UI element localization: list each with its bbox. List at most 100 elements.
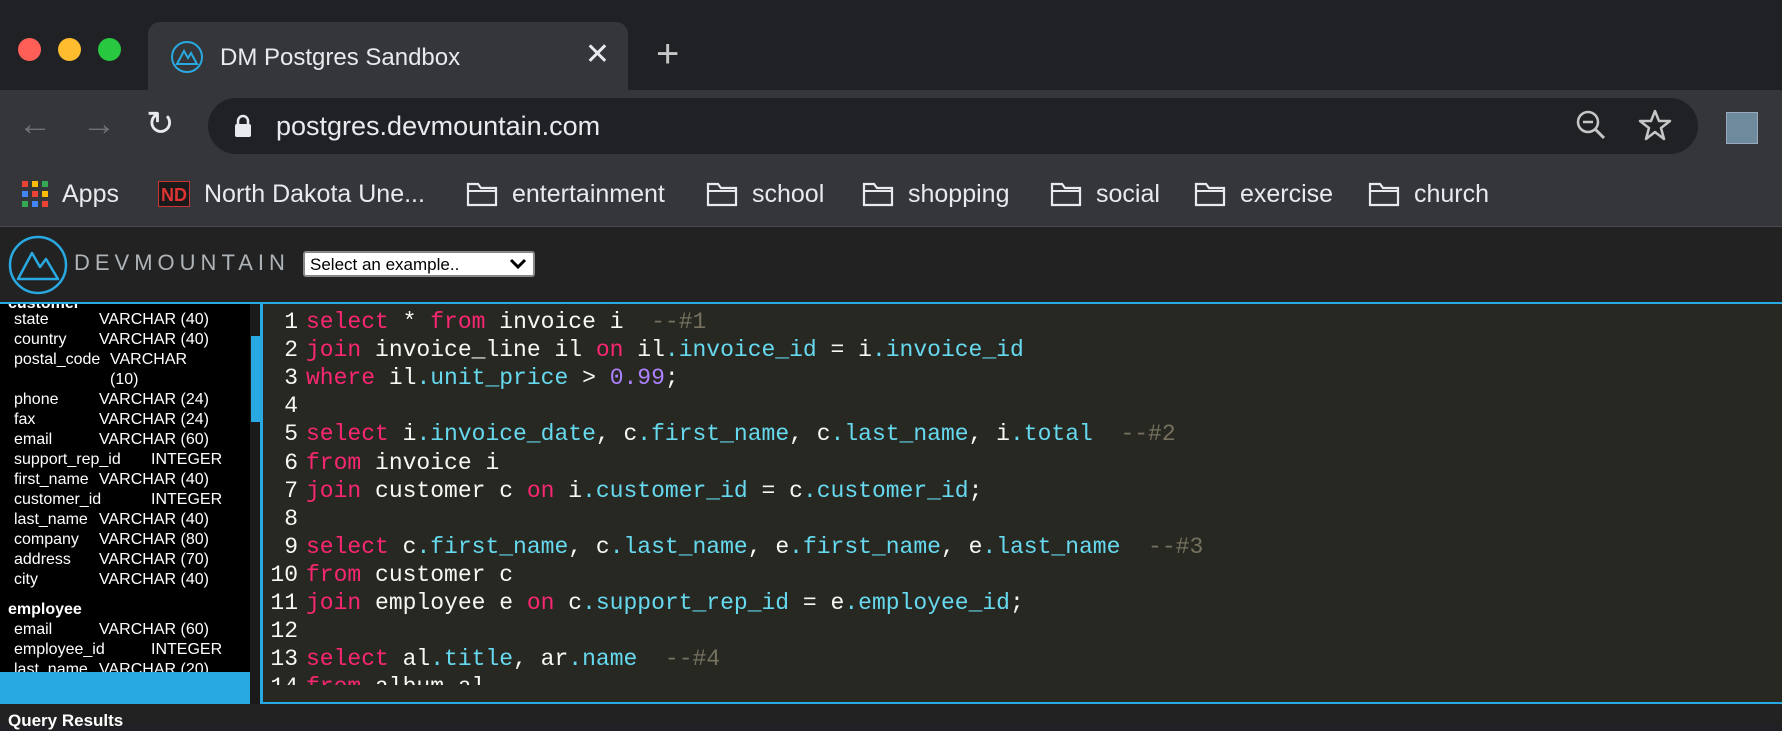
code-token: --#1: [651, 309, 707, 335]
code-token: select: [306, 421, 389, 448]
zoom-out-icon[interactable]: [1574, 108, 1608, 142]
line-number: 9: [284, 533, 298, 560]
bookmark-school[interactable]: school: [706, 176, 824, 212]
query-results-title: Query Results: [8, 711, 124, 730]
code-token: 0.99: [609, 365, 665, 392]
bookmark-exercise[interactable]: exercise: [1194, 176, 1333, 212]
code-line[interactable]: 14 from album al: [266, 673, 485, 685]
column-type: VARCHAR (60): [99, 621, 209, 638]
sql-code-area[interactable]: 1 select * from invoice i --#1 2 join invoi…: [266, 308, 1776, 685]
code-token: select: [306, 646, 389, 673]
code-token: .customer_id: [802, 477, 969, 504]
window-minimize-button[interactable]: [58, 38, 81, 61]
devmountain-logo-icon: [8, 235, 68, 295]
code-token: , e: [940, 533, 983, 560]
code-token: c: [554, 590, 583, 616]
nd-favicon-icon: ND: [158, 181, 190, 207]
code-token: on: [526, 590, 555, 616]
code-token: i: [388, 421, 417, 448]
code-token: select: [306, 309, 389, 335]
code-token: from: [306, 449, 362, 476]
code-line[interactable]: 3 where il.unit_price > 0.99;: [266, 364, 679, 392]
folder-icon: [1050, 182, 1082, 207]
code-token: .support_rep_id: [582, 590, 790, 616]
code-line[interactable]: 12: [266, 617, 306, 645]
profile-avatar[interactable]: [1726, 112, 1758, 144]
column-type: VARCHAR (40): [99, 471, 209, 488]
bookmark-label: social: [1096, 179, 1160, 208]
sidebar-scrollbar-thumb[interactable]: [251, 336, 260, 422]
address-bar[interactable]: postgres.devmountain.com: [208, 98, 1698, 154]
code-line[interactable]: 11 join employee e on c.support_rep_id = …: [266, 589, 1023, 617]
code-token: ;: [968, 477, 983, 504]
back-button[interactable]: ←: [18, 104, 52, 144]
code-token: al: [388, 646, 431, 673]
code-token: = e: [789, 590, 845, 616]
code-token: .last_name: [982, 533, 1121, 560]
code-token: .first_name: [637, 421, 790, 448]
forward-button[interactable]: →: [82, 104, 116, 144]
code-token: join: [306, 337, 362, 364]
column-name: employee_id: [14, 641, 105, 658]
schema-list[interactable]: customer state VARCHAR (40) country VARC…: [0, 304, 250, 672]
code-token: .last_name: [830, 421, 969, 448]
column-type: VARCHAR (24): [99, 411, 209, 428]
code-token: .first_name: [789, 533, 941, 560]
bookmark-shopping[interactable]: shopping: [862, 176, 1009, 212]
window-maximize-button[interactable]: [98, 38, 121, 61]
code-line[interactable]: 10 from customer c: [266, 561, 513, 589]
reload-button[interactable]: ↻: [146, 104, 175, 144]
column-type: VARCHAR: [110, 351, 188, 368]
example-select[interactable]: Select an example..: [303, 251, 535, 277]
code-token: join: [306, 590, 362, 616]
line-number: 6: [284, 449, 298, 476]
code-token: , ar: [513, 646, 569, 673]
code-line[interactable]: 5 select i.invoice_date, c.first_name, c.…: [266, 420, 1176, 448]
column-name: postal_code: [14, 351, 101, 368]
column-type: INTEGER: [151, 641, 223, 658]
bookmark-star-icon[interactable]: [1638, 108, 1672, 142]
code-token: --#2: [1120, 421, 1176, 448]
code-line[interactable]: 4: [266, 392, 306, 420]
code-token: >: [568, 365, 610, 392]
code-token: .title: [430, 646, 514, 673]
bookmark-entertainment[interactable]: entertainment: [466, 176, 665, 212]
code-line[interactable]: 2 join invoice_line il on il.invoice_id =…: [266, 336, 1024, 364]
column-name: email: [14, 621, 53, 638]
code-token: .customer_id: [582, 477, 748, 504]
apps-grid-icon: [22, 181, 48, 207]
bookmark-label: exercise: [1240, 179, 1334, 208]
line-number: 10: [270, 561, 298, 588]
code-token: , c: [595, 421, 638, 448]
folder-icon: [1368, 182, 1400, 207]
tab-close-icon[interactable]: ✕: [585, 40, 610, 70]
code-line[interactable]: 8: [266, 505, 306, 533]
code-line[interactable]: 7 join customer c on i.customer_id = c.cu…: [266, 477, 982, 505]
code-token: , e: [747, 533, 790, 560]
code-token: --#3: [1148, 533, 1204, 560]
line-number: 8: [284, 505, 298, 532]
code-token: .unit_price: [416, 365, 569, 392]
bookmark-north-dakota[interactable]: ND North Dakota Une...: [158, 176, 425, 212]
line-number: 7: [284, 477, 298, 504]
bookmark-label: North Dakota Une...: [204, 179, 425, 208]
new-tab-button[interactable]: +: [656, 34, 679, 74]
code-token: album al: [361, 674, 485, 685]
bookmark-apps[interactable]: Apps: [22, 176, 119, 212]
code-token: customer c: [361, 561, 514, 588]
column-name: last_name: [14, 661, 88, 672]
window-close-button[interactable]: [18, 38, 41, 61]
code-token: invoice_line il: [361, 337, 596, 364]
schema-sidebar: customer state VARCHAR (40) country VARC…: [0, 304, 250, 704]
bookmark-social[interactable]: social: [1050, 176, 1160, 212]
browser-tab-active[interactable]: DM Postgres Sandbox ✕: [148, 22, 628, 90]
code-token: .first_name: [416, 533, 569, 560]
code-token: , c: [568, 533, 610, 560]
code-line[interactable]: 9 select c.first_name, c.last_name, e.fir…: [266, 533, 1203, 561]
code-token: .invoice_date: [416, 421, 596, 448]
code-token: select: [306, 533, 389, 560]
code-line[interactable]: 1 select * from invoice i --#1: [266, 308, 706, 336]
code-line[interactable]: 6 from invoice i: [266, 449, 499, 477]
code-line[interactable]: 13 select al.title, ar.name --#4: [266, 645, 720, 673]
bookmark-church[interactable]: church: [1368, 176, 1489, 212]
